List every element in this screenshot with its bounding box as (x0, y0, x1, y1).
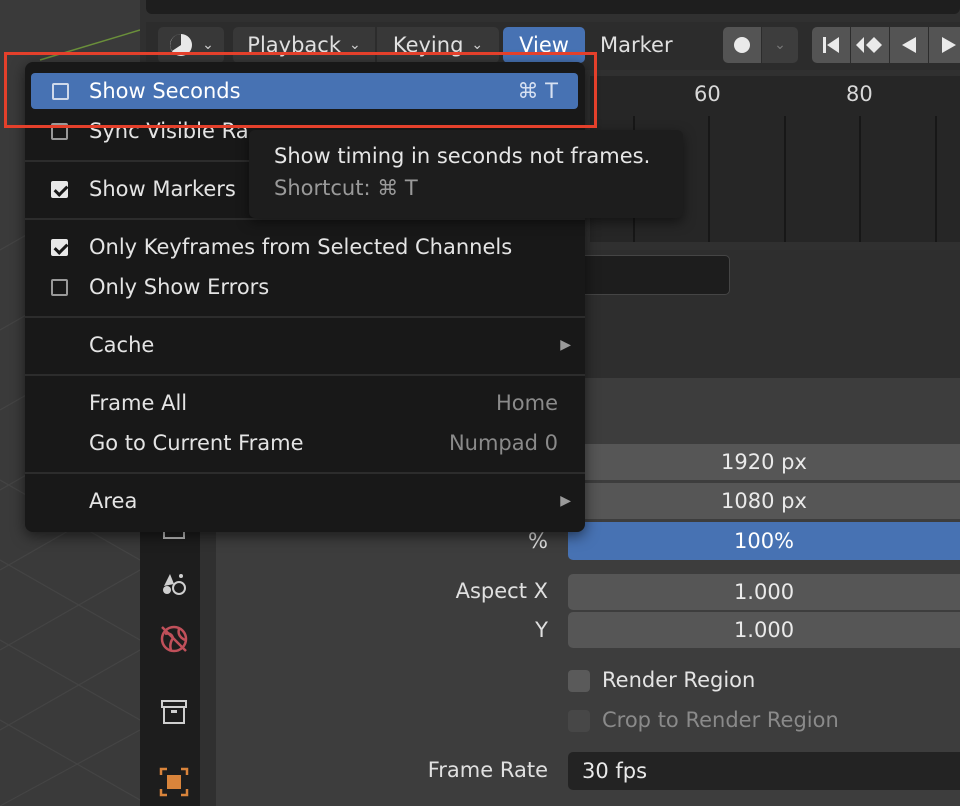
render-region-checkbox[interactable] (568, 670, 590, 692)
record-icon (734, 37, 750, 53)
checkbox-icon (51, 278, 68, 296)
auto-keying-dropdown[interactable]: ⌄ (762, 27, 798, 63)
menu-item-shortcut: Home (495, 391, 558, 415)
grid-line (784, 116, 786, 242)
aspect-y-field[interactable]: 1.000 (568, 612, 960, 648)
frame-number: 60 (694, 82, 721, 106)
grid-line (859, 116, 861, 242)
frame-number: 80 (846, 82, 873, 106)
jump-start-icon (823, 37, 839, 53)
submenu-arrow-icon: ▶ (560, 493, 571, 509)
play-reverse-button[interactable] (890, 27, 928, 63)
highlight-box (4, 52, 597, 128)
menu-separator (25, 472, 585, 474)
object-icon (159, 767, 189, 797)
menu-item-label: Area (89, 489, 138, 513)
jump-to-start-button[interactable] (812, 27, 850, 63)
tooltip-shortcut: Shortcut: ⌘ T (274, 176, 418, 200)
chevron-down-icon: ⌄ (471, 37, 484, 53)
aspect-x-field[interactable]: 1.000 (568, 574, 960, 610)
grid-line (708, 116, 710, 242)
menu-item-frame-all[interactable]: Frame All Home (25, 383, 585, 423)
object-tab[interactable] (157, 765, 191, 799)
checkbox-checked-icon (51, 180, 68, 198)
tooltip-description: Show timing in seconds not frames. (274, 144, 651, 168)
menu-item-cache[interactable]: Cache ▶ (25, 325, 585, 365)
chevron-down-icon: ⌄ (348, 37, 361, 53)
resolution-y-field[interactable]: 1080 px (568, 483, 960, 519)
chevron-down-icon: ⌄ (202, 37, 214, 53)
collection-tab[interactable] (157, 695, 191, 729)
submenu-arrow-icon: ▶ (560, 337, 571, 353)
render-region-label: Render Region (602, 668, 756, 692)
marker-label: Marker (600, 33, 673, 57)
play-icon (942, 37, 956, 53)
menu-item-label: Frame All (89, 391, 188, 415)
menu-item-label: Only Keyframes from Selected Channels (89, 235, 513, 259)
auto-keying-button[interactable] (723, 27, 761, 63)
aspect-x-label: Aspect X (455, 579, 548, 603)
resolution-percent-slider[interactable]: 100% (568, 522, 960, 560)
checkbox-checked-icon (51, 238, 68, 256)
keyframe-jump-icon (856, 37, 882, 53)
menu-separator (25, 374, 585, 376)
box-icon (161, 700, 187, 724)
world-icon (160, 625, 188, 653)
menu-item-go-to-current-frame[interactable]: Go to Current Frame Numpad 0 (25, 423, 585, 463)
crop-region-label: Crop to Render Region (602, 708, 839, 732)
menu-item-label: Show Markers (89, 177, 236, 201)
frame-rate-dropdown[interactable]: 30 fps (568, 752, 960, 790)
menu-separator (25, 218, 585, 220)
top-strip (146, 0, 960, 14)
world-tab[interactable] (157, 622, 191, 656)
frame-rate-label: Frame Rate (427, 758, 548, 782)
menu-item-label: Only Show Errors (89, 275, 270, 299)
play-reverse-icon (902, 37, 916, 53)
resolution-x-field[interactable]: 1920 px (568, 444, 960, 480)
chevron-down-icon: ⌄ (774, 37, 786, 53)
scene-properties-tab[interactable] (157, 566, 191, 600)
jump-to-keyframe-button[interactable] (851, 27, 889, 63)
menu-item-label: Cache (89, 333, 155, 357)
menu-item-shortcut: Numpad 0 (448, 431, 558, 455)
marker-menu[interactable]: Marker (600, 27, 673, 63)
play-button[interactable] (929, 27, 960, 63)
aspect-y-label: Y (535, 618, 548, 642)
menu-item-only-selected-keyframes[interactable]: Only Keyframes from Selected Channels (25, 227, 585, 267)
percent-label: % (528, 529, 548, 553)
scene-props-icon (163, 574, 186, 595)
menu-separator (25, 316, 585, 318)
search-field[interactable] (560, 255, 730, 295)
tooltip: Show timing in seconds not frames. Short… (249, 130, 683, 218)
menu-item-area[interactable]: Area ▶ (25, 481, 585, 521)
crop-region-checkbox[interactable] (568, 710, 590, 732)
menu-item-only-show-errors[interactable]: Only Show Errors (25, 267, 585, 307)
menu-item-label: Go to Current Frame (89, 431, 304, 455)
grid-line (935, 116, 937, 242)
